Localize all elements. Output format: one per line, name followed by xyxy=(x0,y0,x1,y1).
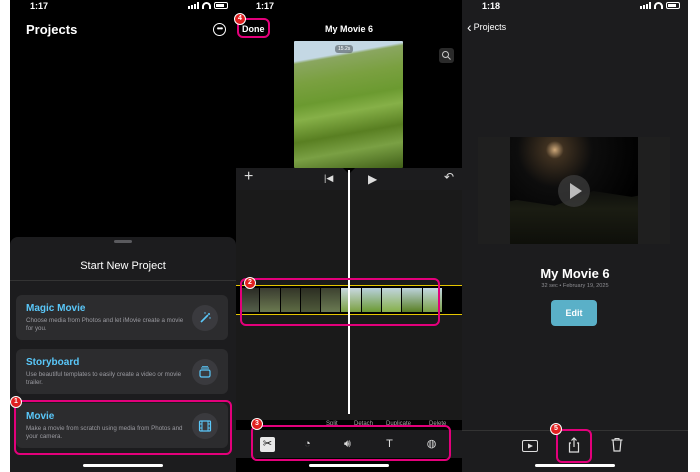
option-title: Magic Movie xyxy=(26,303,86,314)
skip-back-icon[interactable]: |◀ xyxy=(324,173,333,184)
video-preview[interactable]: 15.2s xyxy=(294,41,403,168)
zoom-icon[interactable] xyxy=(439,48,454,63)
edit-button[interactable]: Edit xyxy=(551,300,597,326)
battery-icon xyxy=(666,2,680,9)
step-badge: 2 xyxy=(244,277,256,289)
play-icon[interactable] xyxy=(558,175,590,207)
home-indicator xyxy=(535,464,615,467)
status-time: 1:17 xyxy=(30,1,49,11)
add-media-icon[interactable]: + xyxy=(244,168,253,186)
play-icon[interactable]: ▶ xyxy=(368,172,377,186)
undo-icon[interactable]: ↶ xyxy=(444,170,454,184)
storyboard-stack-icon xyxy=(192,359,218,385)
highlight-clip xyxy=(240,278,440,326)
status-time: 1:18 xyxy=(482,1,501,11)
step-badge: 1 xyxy=(10,396,22,408)
movie-title: My Movie 6 xyxy=(540,266,610,281)
highlight-movie-option xyxy=(14,400,232,455)
sheet-title: Start New Project xyxy=(80,260,166,272)
duration-label: 15.2s xyxy=(335,45,354,53)
option-title: Storyboard xyxy=(26,357,80,368)
movie-subtitle: 32 sec • February 19, 2025 xyxy=(541,283,609,289)
movie-thumbnail[interactable] xyxy=(478,137,670,244)
chevron-left-icon: ‹ xyxy=(467,19,472,35)
status-bar: 1:17 xyxy=(10,0,236,14)
project-detail-screen: 1:18 ‹ Projects My Movie 6 32 sec • Febr… xyxy=(462,0,688,472)
signal-icon xyxy=(640,2,651,9)
editor-screen: Done My Movie 6 15.2s + |◀ ▶ ↶ Split Det… xyxy=(236,0,462,472)
sheet-grabber[interactable] xyxy=(114,240,132,243)
play-video-icon[interactable] xyxy=(522,439,538,457)
letterbox-right xyxy=(638,137,670,244)
home-indicator xyxy=(309,464,389,467)
battery-icon xyxy=(214,2,228,9)
highlight-toolbar xyxy=(251,425,451,461)
storyboard-option[interactable]: Storyboard Use beautiful templates to ea… xyxy=(16,349,228,394)
option-description: Choose media from Photos and let iMovie … xyxy=(26,317,184,332)
status-icons xyxy=(640,2,680,9)
back-label: Projects xyxy=(473,22,507,32)
step-badge: 4 xyxy=(234,13,246,25)
divider xyxy=(10,280,236,281)
status-icons xyxy=(188,2,228,9)
trash-icon[interactable] xyxy=(611,437,623,457)
home-indicator xyxy=(83,464,163,467)
ellipsis-icon[interactable]: ••• xyxy=(213,23,226,36)
highlight-share xyxy=(556,429,592,463)
wifi-icon xyxy=(202,2,211,9)
back-button[interactable]: ‹ Projects xyxy=(467,19,507,35)
wifi-icon xyxy=(654,2,663,9)
status-time: 1:17 xyxy=(256,1,275,11)
step-badge: 5 xyxy=(550,423,562,435)
option-description: Use beautiful templates to easily create… xyxy=(26,371,182,386)
letterbox-left xyxy=(478,137,510,244)
step-badge: 3 xyxy=(251,418,263,430)
signal-icon xyxy=(188,2,199,9)
magic-wand-icon xyxy=(192,305,218,331)
page-title: Projects xyxy=(26,22,78,37)
status-bar: 1:18 xyxy=(462,0,688,14)
magic-movie-option[interactable]: Magic Movie Choose media from Photos and… xyxy=(16,295,228,340)
